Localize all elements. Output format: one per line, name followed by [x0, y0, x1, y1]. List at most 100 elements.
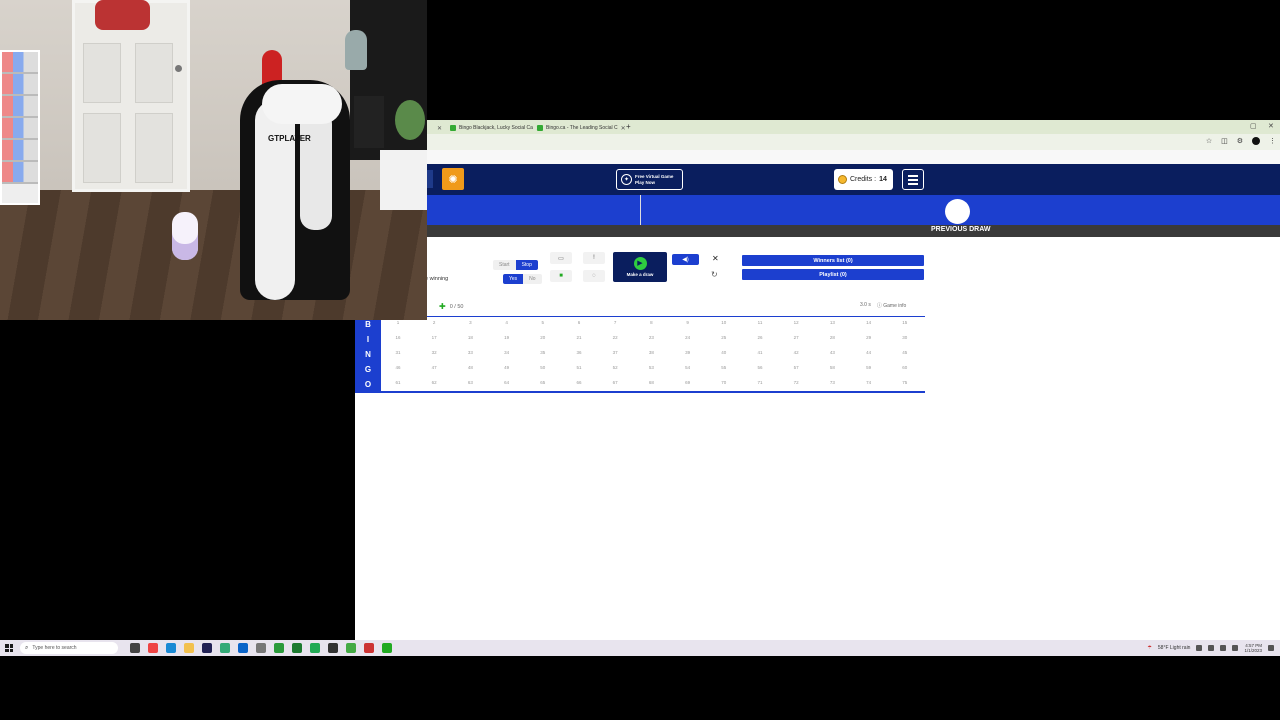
- search-icon: ⌕: [25, 644, 29, 651]
- kebab-menu-icon[interactable]: ⋮: [1269, 137, 1276, 145]
- free-virtual-game-button[interactable]: ✦ Free Virtual Game Play Now: [616, 169, 683, 190]
- bingo-number: 70: [721, 380, 727, 385]
- stop-option[interactable]: Stop: [515, 260, 538, 270]
- webcam-overlay: GTPLAYER: [0, 0, 427, 320]
- game-info-label: Game info: [883, 303, 907, 309]
- bingo-number: 44: [866, 350, 872, 355]
- app-icon[interactable]: [220, 643, 230, 653]
- mail-icon[interactable]: [238, 643, 248, 653]
- app-icon[interactable]: [346, 643, 356, 653]
- no-option[interactable]: No: [523, 274, 542, 284]
- game-info-link[interactable]: ⓘ Game info: [877, 302, 906, 309]
- bingo-number: 35: [540, 350, 546, 355]
- network-icon[interactable]: [1208, 645, 1215, 651]
- tab-close-prev[interactable]: ✕: [437, 122, 442, 134]
- credits-badge[interactable]: Credits : 14: [834, 169, 893, 190]
- file-explorer-icon[interactable]: [184, 643, 194, 653]
- playlist-button[interactable]: Playlist (0): [742, 269, 924, 280]
- volume-icon[interactable]: [1220, 645, 1227, 651]
- bingo-number: 52: [612, 365, 618, 370]
- refresh-icon[interactable]: ↻: [711, 270, 718, 279]
- bingo-number: 59: [866, 365, 872, 370]
- bingo-row: N 31 32 33 34 35 36 37 38 39 40 41 42 43 44 45: [355, 347, 925, 362]
- credits-value: 14: [879, 176, 887, 183]
- chat-button[interactable]: ◌: [583, 270, 605, 282]
- clock[interactable]: 4:57 PM 1/1/2023: [1244, 643, 1262, 653]
- bingo-number: 49: [504, 365, 510, 370]
- bingo-number: 75: [902, 380, 908, 385]
- bingo-number: 37: [612, 350, 618, 355]
- taskbar-apps: [130, 643, 392, 653]
- bookmark-star-icon[interactable]: ☆: [1206, 137, 1212, 145]
- app-icon[interactable]: [364, 643, 374, 653]
- excel-icon[interactable]: [292, 643, 302, 653]
- yes-no-toggle[interactable]: Yes No: [503, 274, 542, 284]
- credits-label: Credits :: [850, 176, 877, 183]
- profile-avatar[interactable]: [1252, 137, 1260, 145]
- obs-icon[interactable]: [328, 643, 338, 653]
- bingo-number: 16: [395, 335, 401, 340]
- wheel-icon: ✺: [448, 173, 458, 186]
- card-header-right: 3.0 s ⓘ Game info: [860, 302, 906, 309]
- sound-button[interactable]: ◀): [672, 254, 699, 265]
- add-card-icon[interactable]: ✚: [439, 302, 446, 311]
- info-button[interactable]: !: [583, 252, 605, 264]
- weather-text[interactable]: 58°F Light rain: [1158, 645, 1191, 651]
- bingo-number: 74: [866, 380, 872, 385]
- bingo-number: 14: [866, 320, 872, 325]
- bingo-number: 38: [648, 350, 654, 355]
- bingo-number: 62: [431, 380, 437, 385]
- bingo-number: 30: [902, 335, 908, 340]
- edge-icon[interactable]: [166, 643, 176, 653]
- webcam-chair-brand: GTPLAYER: [268, 134, 311, 143]
- bingo-number: 72: [793, 380, 799, 385]
- chevron-up-icon[interactable]: [1196, 645, 1203, 651]
- bingo-number: 9: [686, 320, 689, 325]
- tab-bingo-ca[interactable]: Bingo.ca - The Leading Social C ✕: [537, 122, 626, 134]
- address-bar[interactable]: ☆ ◫ ⚙ ⋮: [355, 134, 1280, 150]
- start-stop-toggle[interactable]: Start Stop: [493, 260, 538, 270]
- bingo-number: 63: [467, 380, 473, 385]
- weather-icon[interactable]: ☂: [1147, 645, 1151, 651]
- browser-window: ✕ Bingo Blackjack, Lucky Social Ca ✕ Bin…: [355, 120, 1280, 640]
- app-icon[interactable]: [256, 643, 266, 653]
- start-option[interactable]: Start: [493, 260, 516, 270]
- webcam-desk: [380, 150, 427, 210]
- taskbar-search[interactable]: ⌕ Type here to search: [20, 642, 118, 654]
- app-icon[interactable]: [382, 643, 392, 653]
- bingo-board: B 1 2 3 4 5 6 7 8 9 10 11 12 13 14 15 I 16 17 18 19 20 21 22 23 2…: [355, 316, 925, 393]
- winning-label: e winning: [425, 276, 449, 282]
- bingo-letter: I: [355, 332, 381, 347]
- start-button[interactable]: [5, 644, 13, 652]
- hamburger-menu-button[interactable]: [902, 169, 924, 190]
- bingo-number: 17: [431, 335, 437, 340]
- window-close-icon[interactable]: ✕: [1268, 122, 1274, 130]
- battery-icon[interactable]: [1232, 645, 1239, 651]
- winners-list-button[interactable]: Winners list (0): [742, 255, 924, 266]
- extensions-icon[interactable]: ◫: [1221, 137, 1228, 145]
- puzzle-icon[interactable]: ⚙: [1237, 137, 1243, 145]
- bingo-letter: N: [355, 347, 381, 362]
- app-icon[interactable]: [310, 643, 320, 653]
- restore-icon[interactable]: ▢: [1250, 122, 1257, 130]
- display-button[interactable]: ▭: [550, 252, 572, 264]
- notification-icon[interactable]: [1268, 645, 1274, 651]
- card-count: 0 / 50: [449, 303, 464, 310]
- orange-wheel-button[interactable]: ✺: [442, 168, 464, 190]
- bingo-number: 27: [793, 335, 799, 340]
- make-draw-button[interactable]: ▶ Make a draw: [613, 252, 667, 282]
- task-view-icon[interactable]: [130, 643, 140, 653]
- new-tab-button[interactable]: +: [626, 122, 631, 131]
- close-icon[interactable]: ✕: [712, 254, 719, 263]
- lock-button[interactable]: ■: [550, 270, 572, 282]
- store-icon[interactable]: [202, 643, 212, 653]
- webcam-microphone: [172, 212, 198, 260]
- bingo-number: 45: [902, 350, 908, 355]
- yes-option[interactable]: Yes: [503, 274, 524, 284]
- chrome-icon[interactable]: [148, 643, 158, 653]
- monitor-icon: ▭: [558, 255, 564, 262]
- tab-close-icon[interactable]: ✕: [621, 125, 626, 132]
- chrome-alt-icon[interactable]: [274, 643, 284, 653]
- bingo-letter: O: [355, 377, 381, 392]
- tab-bingo-blackjack[interactable]: Bingo Blackjack, Lucky Social Ca ✕: [450, 122, 541, 134]
